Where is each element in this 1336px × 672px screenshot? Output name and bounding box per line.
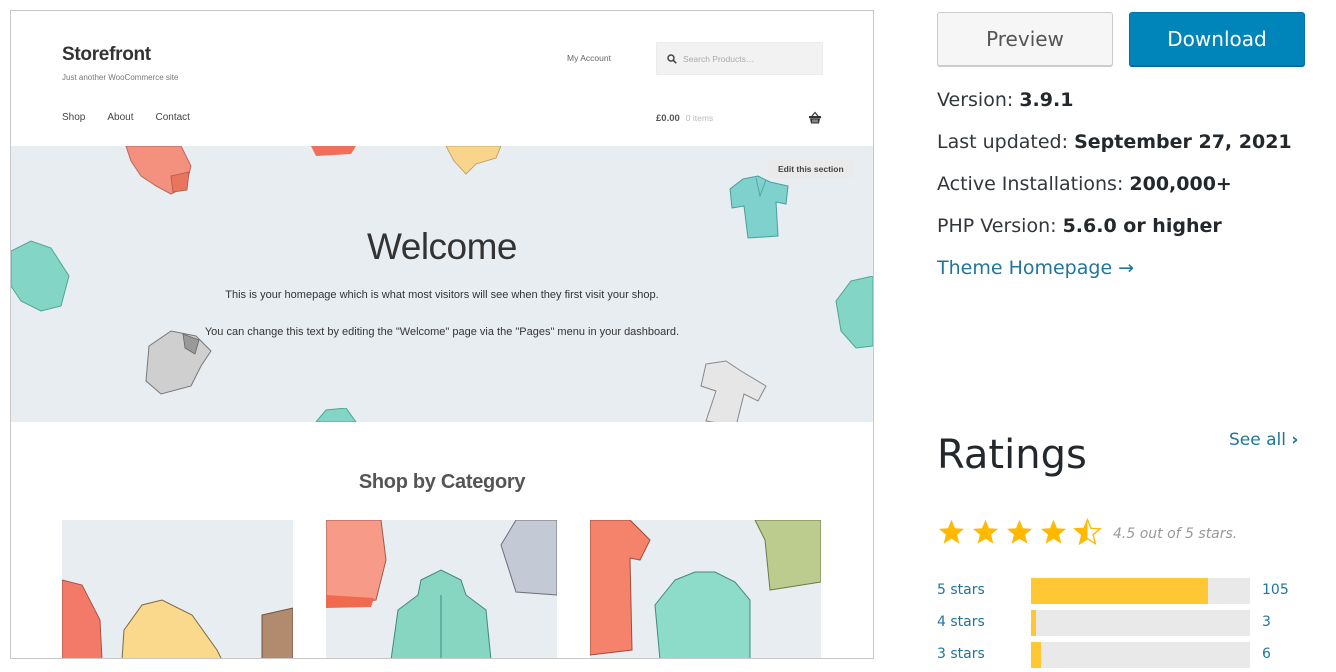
- nav-shop: Shop: [62, 112, 86, 123]
- star-rating: [937, 518, 1102, 546]
- hats-illustration: [62, 579, 293, 658]
- star-full-icon: [972, 519, 999, 544]
- rating-label[interactable]: 4 stars: [937, 614, 985, 630]
- theme-screenshot: Storefront Just another WooCommerce site…: [10, 10, 874, 659]
- section-title: Shop by Category: [358, 471, 526, 493]
- rating-label[interactable]: 3 stars: [937, 646, 985, 662]
- site-tagline: Just another WooCommerce site: [62, 73, 179, 82]
- rating-count: 105: [1262, 582, 1289, 598]
- red-shirt-illustration: [125, 146, 192, 195]
- red-cloth-illustration: [311, 146, 356, 156]
- rating-bar: [1031, 610, 1250, 636]
- php-label: PHP Version:: [937, 215, 1063, 237]
- category-card-hoodies: [326, 520, 557, 658]
- star-full-icon: [1006, 519, 1033, 544]
- search-input: [683, 53, 813, 64]
- installs-value: 200,000+: [1129, 173, 1232, 195]
- see-all-link[interactable]: See all ›: [1229, 430, 1298, 450]
- meta-php-version: PHP Version: 5.6.0 or higher: [937, 215, 1222, 237]
- star-full-icon: [1040, 519, 1067, 544]
- category-card-accessories: [62, 520, 293, 658]
- yellow-cloth-illustration: [446, 146, 501, 175]
- hoodies-illustration: [326, 520, 557, 658]
- download-button[interactable]: Download: [1129, 12, 1305, 66]
- hero-paragraph-1: This is your homepage which is what most…: [225, 289, 659, 301]
- see-all-label: See all: [1229, 430, 1286, 450]
- grey-tshirt-illustration: [700, 360, 767, 422]
- rating-summary: 4.5 out of 5 stars.: [1113, 526, 1238, 542]
- star-full-icon: [938, 519, 965, 544]
- theme-homepage-link[interactable]: Theme Homepage →: [937, 257, 1134, 279]
- rating-bar-fill: [1031, 610, 1037, 636]
- hero-section: Edit this section Welcome This is your h…: [11, 146, 873, 422]
- ratings-title: Ratings: [937, 432, 1087, 478]
- nav-contact: Contact: [155, 112, 190, 123]
- php-value: 5.6.0 or higher: [1062, 215, 1222, 237]
- rating-row-4[interactable]: 4 stars 3: [937, 610, 1297, 636]
- cart-amount: £0.00: [656, 113, 680, 124]
- search-box: [656, 42, 823, 75]
- basket-icon: [809, 111, 821, 124]
- teal-hoodie-illustration: [835, 276, 873, 349]
- nav-about: About: [107, 112, 134, 123]
- storefront-header: Storefront Just another WooCommerce site…: [11, 11, 873, 146]
- rating-count: 6: [1262, 646, 1271, 662]
- meta-last-updated: Last updated: September 27, 2021: [937, 131, 1292, 153]
- updated-label: Last updated:: [937, 131, 1075, 153]
- hero-paragraph-2: You can change this text by editing the …: [204, 326, 680, 338]
- meta-active-installations: Active Installations: 200,000+: [937, 173, 1232, 195]
- rating-count: 3: [1262, 614, 1271, 630]
- version-label: Version:: [937, 89, 1020, 111]
- rating-bar: [1031, 578, 1250, 604]
- rating-bar-fill: [1031, 578, 1209, 604]
- star-half-icon: [1073, 518, 1102, 546]
- site-title: Storefront: [62, 44, 151, 65]
- primary-nav: Shop About Contact: [62, 112, 212, 123]
- cart-items: 0 items: [685, 113, 714, 123]
- rating-bar: [1031, 642, 1250, 668]
- mini-cart: £0.00 0 items: [656, 113, 713, 124]
- hero-title: Welcome: [366, 226, 518, 267]
- rating-bar-fill: [1031, 642, 1042, 668]
- search-icon: [667, 53, 677, 64]
- installs-label: Active Installations:: [937, 173, 1130, 195]
- category-card-tshirts: [590, 520, 821, 658]
- version-value: 3.9.1: [1019, 89, 1074, 111]
- my-account-link: My Account: [567, 53, 611, 63]
- updated-value: September 27, 2021: [1074, 131, 1292, 153]
- tshirts-illustration: [590, 520, 821, 658]
- chevron-right-icon: ›: [1291, 430, 1299, 450]
- rating-label[interactable]: 5 stars: [937, 582, 985, 598]
- edit-section-button: Edit this section: [768, 160, 854, 178]
- preview-button[interactable]: Preview: [937, 12, 1113, 66]
- rating-row-3[interactable]: 3 stars 6: [937, 642, 1297, 668]
- rating-row-5[interactable]: 5 stars 105: [937, 578, 1297, 604]
- meta-version: Version: 3.9.1: [937, 89, 1073, 111]
- teal-cloth-illustration: [315, 408, 357, 422]
